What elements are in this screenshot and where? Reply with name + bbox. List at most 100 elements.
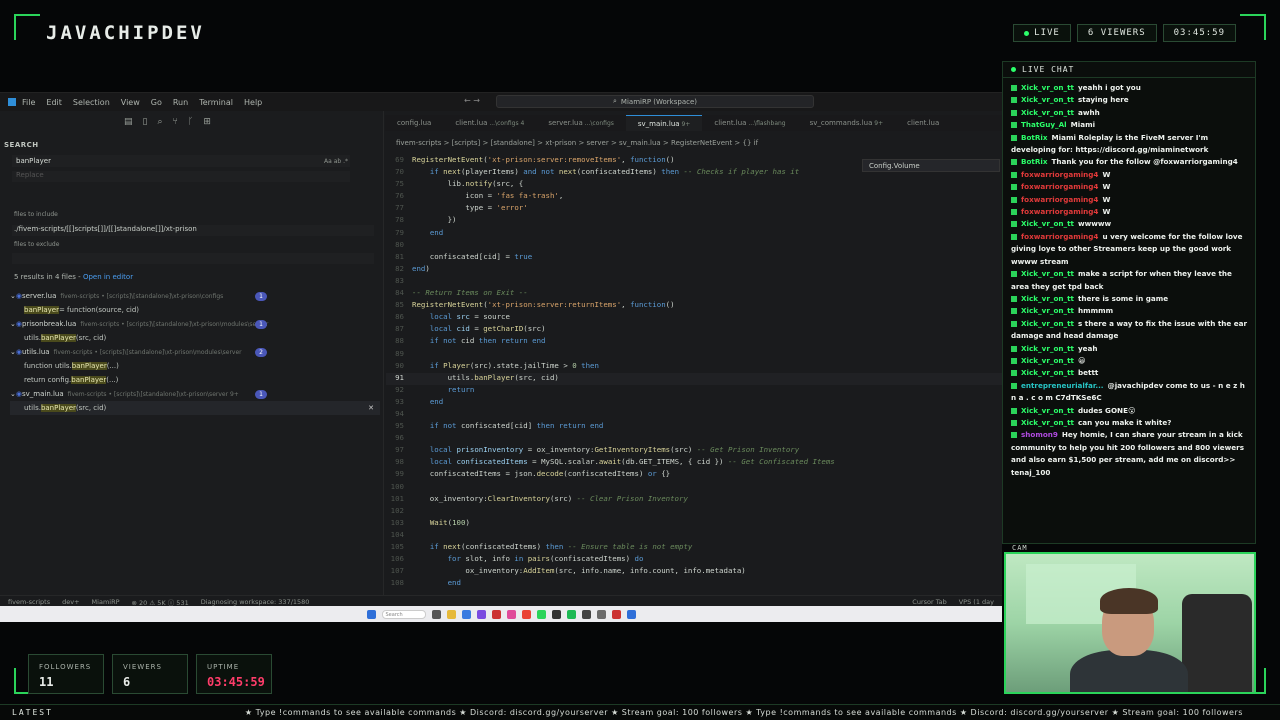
- status-folder[interactable]: fivem-scripts: [8, 598, 50, 606]
- code-line[interactable]: 95 if not confiscated[cid] then return e…: [386, 421, 1002, 433]
- code-line[interactable]: 94: [386, 409, 1002, 421]
- chat-username[interactable]: Xick_vr_on_tt: [1021, 83, 1074, 92]
- code-line[interactable]: 76 icon = 'fas fa-trash',: [386, 191, 1002, 203]
- chat-username[interactable]: Xick_vr_on_tt: [1021, 294, 1074, 303]
- chat-username[interactable]: Xick_vr_on_tt: [1021, 344, 1074, 353]
- result-match[interactable]: utils. banPlayer (src, cid): [10, 331, 380, 345]
- dismiss-match-icon[interactable]: ✕: [368, 404, 374, 412]
- files-icon[interactable]: ▤: [124, 117, 133, 127]
- result-file[interactable]: ⌄ ◉ sv_main.lua fivem-scripts • [scripts]…: [10, 387, 380, 401]
- status-cursor-tab[interactable]: Cursor Tab: [912, 598, 946, 606]
- chat-username[interactable]: Xick_vr_on_tt: [1021, 418, 1074, 427]
- vscode-taskbar-icon[interactable]: [461, 609, 471, 619]
- chat-username[interactable]: Xick_vr_on_tt: [1021, 95, 1074, 104]
- status-branch[interactable]: dev+: [62, 598, 79, 606]
- menu-file[interactable]: File: [22, 98, 35, 107]
- code-line[interactable]: 87 local cid = getCharID(src): [386, 324, 1002, 336]
- branch-icon[interactable]: ᚴ: [188, 117, 193, 127]
- code-line[interactable]: 98 local confiscatedItems = MySQL.scalar…: [386, 457, 1002, 469]
- discord-icon[interactable]: [476, 609, 486, 619]
- result-match[interactable]: banPlayer = function(source, cid): [10, 303, 380, 317]
- result-match[interactable]: function utils. banPlayer (...): [10, 359, 380, 373]
- code-line[interactable]: 78 }): [386, 215, 1002, 227]
- files-include-input[interactable]: ./fivem-scripts/[[]scripts[]]/[[]standal…: [12, 225, 374, 236]
- editor-tab[interactable]: client.lua: [895, 115, 951, 131]
- chat-username[interactable]: Xick_vr_on_tt: [1021, 319, 1074, 328]
- chat-username[interactable]: Xick_vr_on_tt: [1021, 108, 1074, 117]
- code-line[interactable]: 75 lib.notify(src, {: [386, 179, 1002, 191]
- result-file[interactable]: ⌄ ◉ server.lua fivem-scripts • [scripts]\…: [10, 289, 380, 303]
- chat-username[interactable]: shomon9: [1021, 430, 1058, 439]
- app-icon-gray[interactable]: [596, 609, 606, 619]
- chat-username[interactable]: Xick_vr_on_tt: [1021, 219, 1074, 228]
- code-line[interactable]: 104: [386, 530, 1002, 542]
- code-line[interactable]: 107 ox_inventory:AddItem(src, info.name,…: [386, 566, 1002, 578]
- obs-icon[interactable]: [581, 609, 591, 619]
- menu-edit[interactable]: Edit: [46, 98, 62, 107]
- code-line[interactable]: 92 return: [386, 385, 1002, 397]
- chat-username[interactable]: Xick_vr_on_tt: [1021, 306, 1074, 315]
- code-line[interactable]: 80: [386, 240, 1002, 252]
- find-widget[interactable]: Config.Volume: [862, 159, 1000, 172]
- search-icon[interactable]: ⌕: [157, 117, 162, 127]
- code-line[interactable]: 101 ox_inventory:ClearInventory(src) -- …: [386, 494, 1002, 506]
- taskbar-search[interactable]: Search: [381, 609, 426, 619]
- editor-tab[interactable]: config.lua: [385, 115, 443, 131]
- result-match[interactable]: return config. banPlayer (...): [10, 373, 380, 387]
- chat-username[interactable]: Xick_vr_on_tt: [1021, 269, 1074, 278]
- code-line[interactable]: 99 confiscatedItems = json.decode(confis…: [386, 469, 1002, 481]
- chat-username[interactable]: Xick_vr_on_tt: [1021, 368, 1074, 377]
- code-line[interactable]: 103 Wait(100): [386, 518, 1002, 530]
- status-workspace[interactable]: MiamiRP: [92, 598, 120, 606]
- start-icon[interactable]: [366, 609, 376, 619]
- chat-username[interactable]: foxwarriorgaming4: [1021, 182, 1098, 191]
- nav-back-icon[interactable]: ← →: [464, 96, 480, 105]
- chrome-icon[interactable]: [521, 609, 531, 619]
- code-line[interactable]: 102: [386, 506, 1002, 518]
- status-problems[interactable]: ⊗ 20 ⚠ 5K ⓘ 531: [132, 597, 189, 607]
- spotify-icon[interactable]: [566, 609, 576, 619]
- code-line[interactable]: 96: [386, 433, 1002, 445]
- chat-username[interactable]: ThatGuy_Al: [1021, 120, 1067, 129]
- code-line[interactable]: 105 if next(confiscatedItems) then -- En…: [386, 542, 1002, 554]
- chat-username[interactable]: foxwarriorgaming4: [1021, 195, 1098, 204]
- files-exclude-input[interactable]: [12, 253, 374, 264]
- replace-input[interactable]: Replace: [12, 171, 350, 182]
- open-in-editor-link[interactable]: Open in editor: [83, 273, 133, 281]
- chat-username[interactable]: foxwarriorgaming4: [1021, 207, 1098, 216]
- menu-help[interactable]: Help: [244, 98, 262, 107]
- code-line[interactable]: 108 end: [386, 578, 1002, 590]
- code-line[interactable]: 106 for slot, info in pairs(confiscatedI…: [386, 554, 1002, 566]
- editor-tab[interactable]: client.lua ...\configs 4: [443, 115, 536, 131]
- editor-tab[interactable]: sv_main.lua 9+: [625, 115, 703, 131]
- code-line[interactable]: 85 RegisterNetEvent('xt-prison:server:ret…: [386, 300, 1002, 312]
- search-options[interactable]: Aa ab .*: [324, 158, 350, 165]
- code-line[interactable]: 89: [386, 349, 1002, 361]
- code-line[interactable]: 81 confiscated[cid] = true: [386, 252, 1002, 264]
- menu-view[interactable]: View: [121, 98, 140, 107]
- editor-tab[interactable]: client.lua ...\flashbang: [702, 115, 797, 131]
- source-control-icon[interactable]: ⑂: [173, 117, 178, 127]
- code-line[interactable]: 82 end): [386, 264, 1002, 276]
- app-icon-red-2[interactable]: [611, 609, 621, 619]
- chat-username[interactable]: entrepreneurialfar...: [1021, 381, 1104, 390]
- menu-terminal[interactable]: Terminal: [199, 98, 233, 107]
- editor-tab[interactable]: server.lua ...\configs: [536, 115, 626, 131]
- chat-username[interactable]: BotRix: [1021, 133, 1048, 142]
- editor-tab[interactable]: sv_commands.lua 9+: [798, 115, 896, 131]
- chat-username[interactable]: foxwarriorgaming4: [1021, 232, 1098, 241]
- app-icon-pink[interactable]: [506, 609, 516, 619]
- code-line[interactable]: 79 end: [386, 228, 1002, 240]
- chat-username[interactable]: foxwarriorgaming4: [1021, 170, 1098, 179]
- code-line[interactable]: 90 if Player(src).state.jailTime > 0 the…: [386, 361, 1002, 373]
- breadcrumb[interactable]: fivem-scripts > [scripts] > [standalone]…: [396, 139, 758, 147]
- code-line[interactable]: 86 local src = source: [386, 312, 1002, 324]
- code-line[interactable]: 77 type = 'error': [386, 203, 1002, 215]
- result-file[interactable]: ⌄ ◉ utils.lua fivem-scripts • [scripts]\[…: [10, 345, 380, 359]
- file-explorer-icon[interactable]: [446, 609, 456, 619]
- command-center[interactable]: ⌕ MiamiRP (Workspace): [496, 95, 814, 108]
- code-line[interactable]: 100: [386, 482, 1002, 494]
- code-line[interactable]: 88 if not cid then return end: [386, 336, 1002, 348]
- code-line[interactable]: 97 local prisonInventory = ox_inventory:…: [386, 445, 1002, 457]
- code-line[interactable]: 91 utils.banPlayer(src, cid): [386, 372, 1002, 385]
